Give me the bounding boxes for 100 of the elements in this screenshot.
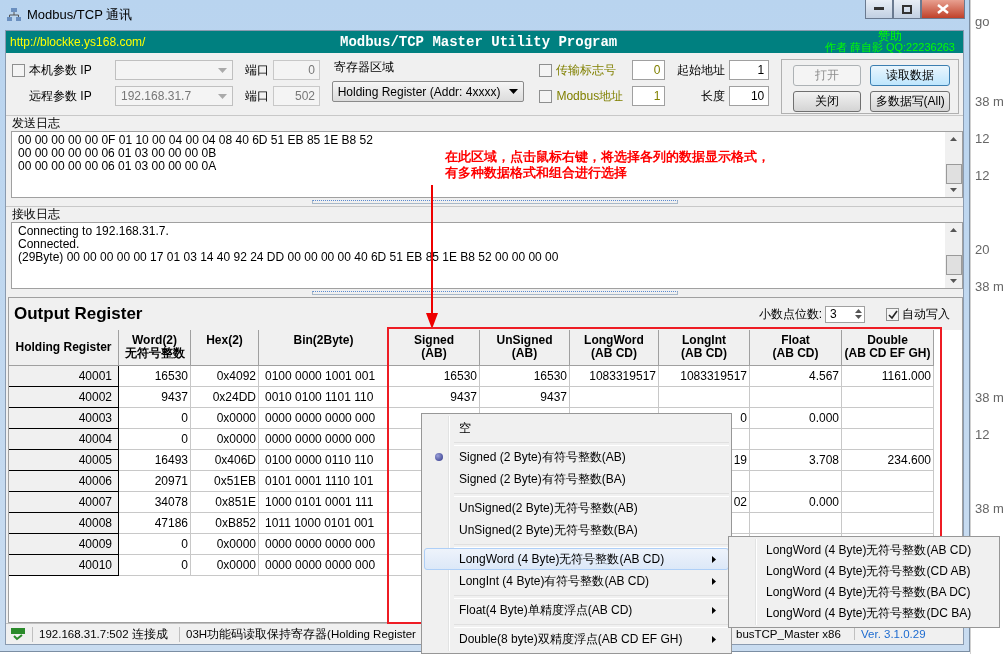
column-header[interactable]: Word(2) 无符号整数 (119, 330, 191, 366)
port-field[interactable]: 502 (273, 86, 320, 106)
minimize-button[interactable] (865, 0, 893, 19)
dropdown-arrow-icon (508, 89, 518, 94)
table-cell: 0 (119, 429, 191, 450)
dropdown-arrow-icon (218, 93, 227, 99)
row-header[interactable]: 40008 (9, 513, 119, 534)
background-text: 38 m (975, 94, 1004, 109)
menu-item[interactable]: LongInt (4 Byte)有符号整数(AB CD) (424, 570, 729, 592)
remote-ip-label: 远程参数 IP (29, 87, 93, 105)
splitter-handle[interactable] (311, 291, 678, 295)
ip-combo[interactable]: 192.168.31.7 (115, 86, 233, 106)
menu-item[interactable]: LongWord (4 Byte)无符号整数(BA DC) (731, 582, 997, 603)
menu-item[interactable]: LongWord (4 Byte)无符号整数(AB CD) (424, 548, 729, 570)
menu-item[interactable]: LongWord (4 Byte)无符号整数(CD AB) (731, 561, 997, 582)
checkbox[interactable] (539, 89, 553, 103)
port-field[interactable]: 0 (273, 60, 320, 80)
table-cell: 16493 (119, 450, 191, 471)
option-field[interactable]: 1 (632, 86, 666, 106)
annotation-text: 在此区域，点击鼠标右键，将选择各列的数据显示格式， 有多种数据格式和组合进行选择 (445, 149, 770, 181)
column-header[interactable]: LongWord (AB CD) (570, 330, 659, 366)
column-header[interactable]: UnSigned (AB) (480, 330, 570, 366)
address-field[interactable]: 10 (729, 86, 770, 106)
close-button[interactable] (921, 0, 965, 19)
table-cell: 0x4092 (191, 366, 259, 387)
menu-item[interactable]: Signed (2 Byte)有符号整数(BA) (424, 468, 729, 490)
row-header[interactable]: 40006 (9, 471, 119, 492)
table-cell: 0 (119, 555, 191, 576)
table-cell: 234.600 (842, 450, 934, 471)
table-cell: 1011 1000 0101 001 (259, 513, 389, 534)
column-header[interactable]: Hex(2) (191, 330, 259, 366)
table-cell: 0000 0000 0000 000 (259, 408, 389, 429)
scrollbar[interactable] (945, 223, 962, 288)
port-label: 端口 (245, 61, 269, 79)
checkbox[interactable] (12, 63, 25, 77)
scroll-down-icon[interactable] (950, 279, 957, 283)
log-line: Connected. (18, 238, 80, 251)
scroll-up-icon[interactable] (950, 137, 957, 141)
table-cell: 0000 0000 0000 000 (259, 534, 389, 555)
table-cell: 0100 0000 0110 110 (259, 450, 389, 471)
scroll-down-icon[interactable] (950, 188, 957, 192)
background-text: 12 (975, 131, 990, 146)
column-header[interactable]: Holding Register (9, 330, 119, 366)
log-line: 00 00 00 00 00 06 01 03 00 00 00 0A (18, 160, 217, 173)
column-header[interactable]: Signed (AB) (389, 330, 480, 366)
log-title: 接收日志 (12, 207, 60, 221)
row-header[interactable]: 40005 (9, 450, 119, 471)
row-header[interactable]: 40009 (9, 534, 119, 555)
column-header[interactable]: Float (AB CD) (750, 330, 842, 366)
row-header[interactable]: 40002 (9, 387, 119, 408)
menu-item[interactable]: Float(4 Byte)单精度浮点(AB CD) (424, 599, 729, 621)
log-line: 00 00 00 00 00 0F 01 10 00 04 00 04 08 40 6D 51 EB 85 1E B8 52 (18, 134, 373, 147)
table-cell: 1083319517 (659, 366, 750, 387)
table-cell: 0x0000 (191, 408, 259, 429)
scrollbar[interactable] (945, 132, 962, 197)
panel-title: Output Register (14, 304, 143, 324)
decimals-spinner[interactable]: 3 (825, 305, 865, 323)
log-title: 发送日志 (12, 116, 60, 130)
register-area-select[interactable]: Holding Register (Addr: 4xxxx) (331, 81, 524, 102)
menu-item[interactable]: UnSigned(2 Byte)无符号整数(BA) (424, 519, 729, 541)
table-cell: 0x851E (191, 492, 259, 513)
table-cell: 0xB852 (191, 513, 259, 534)
table-cell: 16530 (119, 366, 191, 387)
option-field[interactable]: 0 (632, 60, 666, 80)
table-cell: 0x0000 (191, 534, 259, 555)
program-title: Modbus/TCP Master Utility Program (339, 34, 619, 50)
background-text: go (975, 14, 991, 29)
table-cell: 9437 (119, 387, 191, 408)
background-text: 38 m (975, 501, 1004, 516)
column-header[interactable]: LongInt (AB CD) (659, 330, 750, 366)
auto-write-label: 自动写入 (902, 305, 950, 323)
row-header[interactable]: 40007 (9, 492, 119, 513)
action-button[interactable]: 多数据写(All) (870, 91, 951, 112)
menu-item[interactable]: LongWord (4 Byte)无符号整数(AB CD) (731, 540, 997, 561)
row-header[interactable]: 40010 (9, 555, 119, 576)
maximize-button[interactable] (893, 0, 921, 19)
row-header[interactable]: 40003 (9, 408, 119, 429)
scroll-up-icon[interactable] (950, 228, 957, 232)
address-field[interactable]: 1 (729, 60, 770, 80)
column-header[interactable]: Double (AB CD EF GH) (842, 330, 934, 366)
submenu-arrow-icon (712, 635, 716, 643)
minimize-icon (874, 7, 884, 11)
menu-item[interactable]: LongWord (4 Byte)无符号整数(DC BA) (731, 603, 997, 624)
option-label: 传输标志号 (556, 61, 618, 79)
action-button[interactable]: 关闭 (793, 91, 862, 112)
column-header[interactable]: Bin(2Byte) (259, 330, 389, 366)
checkbox[interactable] (539, 63, 553, 77)
table-cell: 9437 (480, 387, 570, 408)
table-cell: 0.000 (750, 492, 842, 513)
table-cell: 0x0000 (191, 555, 259, 576)
close-icon (937, 4, 949, 14)
action-button[interactable]: 读取数据 (870, 65, 951, 86)
address-label: 起始地址 (676, 61, 726, 79)
row-header[interactable]: 40004 (9, 429, 119, 450)
submenu-arrow-icon (712, 606, 716, 614)
checkbox[interactable] (886, 307, 899, 321)
row-header[interactable]: 40001 (9, 366, 119, 387)
website-link[interactable]: http://blockke.ys168.com/ (10, 35, 220, 49)
table-cell: 0000 0000 0000 000 (259, 429, 389, 450)
splitter-handle[interactable] (311, 200, 678, 204)
